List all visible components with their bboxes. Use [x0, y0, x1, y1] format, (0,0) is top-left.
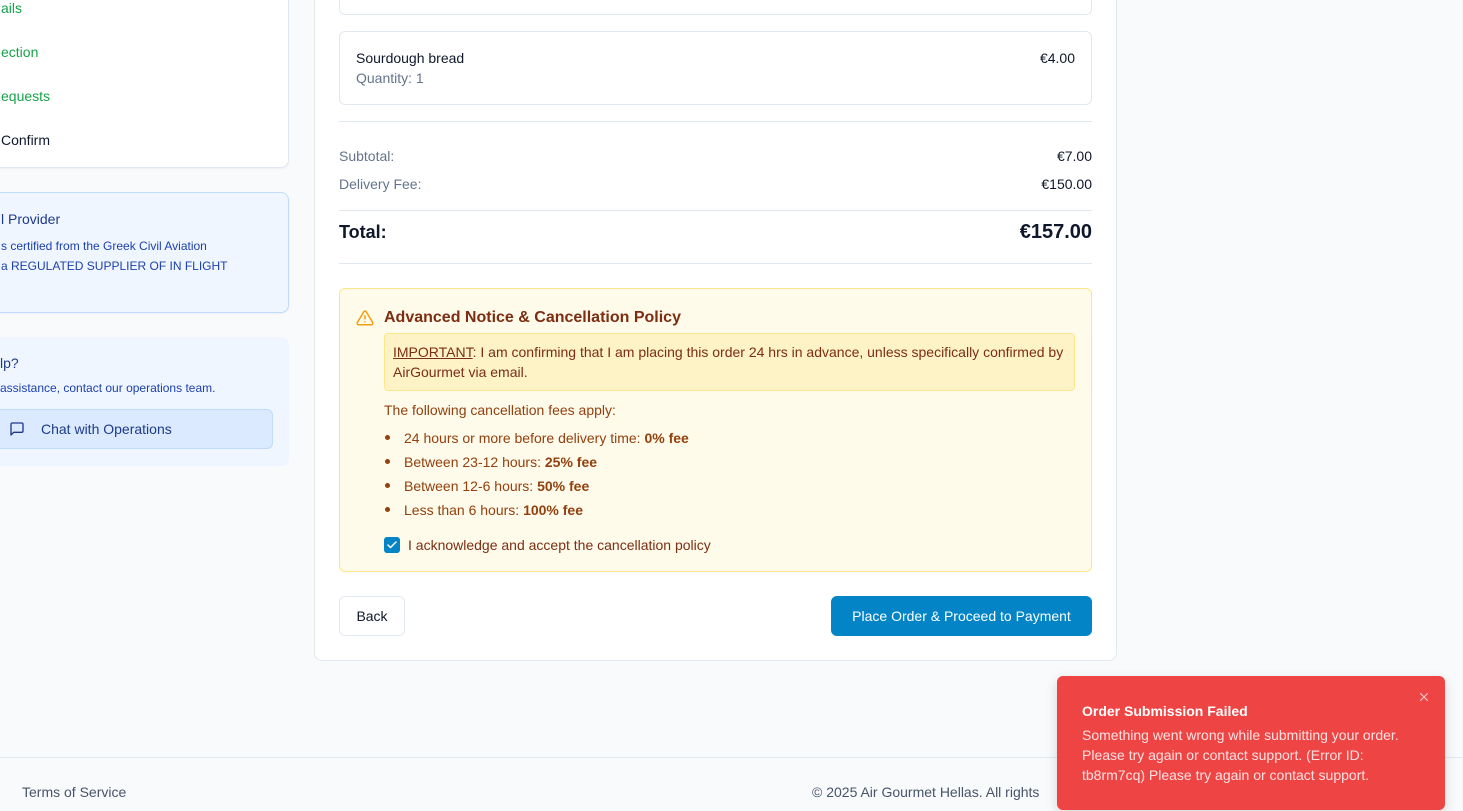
- alert-triangle-icon: [356, 310, 374, 326]
- important-label: IMPORTANT: [393, 344, 473, 360]
- copyright-text: © 2025 Air Gourmet Hellas. All rights: [812, 784, 1040, 800]
- cancellation-policy-box: Advanced Notice & Cancellation Policy IM…: [339, 288, 1092, 572]
- fee-item: Between 23-12 hours: 25% fee: [384, 452, 689, 476]
- check-icon: [387, 541, 397, 549]
- item-price: €4.00: [1039, 50, 1075, 66]
- subtotal-label: Subtotal:: [339, 148, 395, 164]
- subtotal-value: €7.00: [1056, 148, 1092, 164]
- checkout-steps-card: ails ection equests Confirm: [0, 0, 289, 168]
- provider-title: l Provider: [1, 211, 61, 227]
- order-item-card: Sourdough bread Quantity: 1 €4.00: [339, 31, 1092, 105]
- fee-item: Between 12-6 hours: 50% fee: [384, 476, 689, 500]
- provider-line-1: s certified from the Greek Civil Aviatio…: [1, 239, 207, 253]
- help-card: lp? assistance, contact our operations t…: [0, 337, 289, 466]
- acknowledge-row: I acknowledge and accept the cancellatio…: [384, 537, 711, 553]
- provider-info-card: l Provider s certified from the Greek Ci…: [0, 192, 289, 313]
- toast-message: Something went wrong while submitting yo…: [1082, 727, 1399, 783]
- total-label: Total:: [339, 222, 387, 242]
- fee-item: 24 hours or more before delivery time: 0…: [384, 428, 689, 452]
- total-value: €157.00: [1019, 221, 1092, 243]
- fees-intro: The following cancellation fees apply:: [384, 402, 616, 418]
- toast-title: Order Submission Failed: [1082, 703, 1248, 719]
- fee-list: 24 hours or more before delivery time: 0…: [384, 428, 689, 524]
- chat-button-label: Chat with Operations: [41, 421, 172, 437]
- step-requests[interactable]: equests: [1, 88, 50, 104]
- divider: [339, 263, 1092, 264]
- divider: [339, 210, 1092, 211]
- close-icon[interactable]: [1417, 690, 1431, 704]
- order-item-card-previous: [339, 0, 1092, 15]
- step-details[interactable]: ails: [1, 0, 22, 16]
- important-text: : I am confirming that I am placing this…: [393, 344, 1064, 380]
- step-selection[interactable]: ection: [1, 44, 38, 60]
- acknowledge-checkbox[interactable]: [384, 537, 400, 553]
- message-square-icon: [10, 422, 24, 436]
- divider: [339, 121, 1092, 122]
- place-order-button[interactable]: Place Order & Proceed to Payment: [831, 596, 1092, 636]
- error-toast: Order Submission Failed Something went w…: [1057, 676, 1445, 810]
- fee-item: Less than 6 hours: 100% fee: [384, 500, 689, 524]
- policy-title: Advanced Notice & Cancellation Policy: [384, 309, 681, 326]
- important-notice: IMPORTANT: I am confirming that I am pla…: [384, 333, 1075, 391]
- chat-with-operations-button[interactable]: Chat with Operations: [0, 409, 273, 449]
- back-button[interactable]: Back: [339, 596, 405, 636]
- item-quantity: Quantity: 1: [356, 70, 424, 86]
- terms-of-service-link[interactable]: Terms of Service: [22, 784, 126, 800]
- acknowledge-label[interactable]: I acknowledge and accept the cancellatio…: [408, 537, 711, 553]
- help-text: assistance, contact our operations team.: [0, 381, 216, 395]
- item-name: Sourdough bread: [356, 50, 465, 66]
- delivery-fee-label: Delivery Fee:: [339, 176, 422, 192]
- help-title: lp?: [0, 355, 19, 371]
- provider-line-2: a REGULATED SUPPLIER OF IN FLIGHT: [1, 259, 228, 273]
- delivery-fee-value: €150.00: [1041, 176, 1092, 192]
- step-confirm: Confirm: [1, 132, 51, 148]
